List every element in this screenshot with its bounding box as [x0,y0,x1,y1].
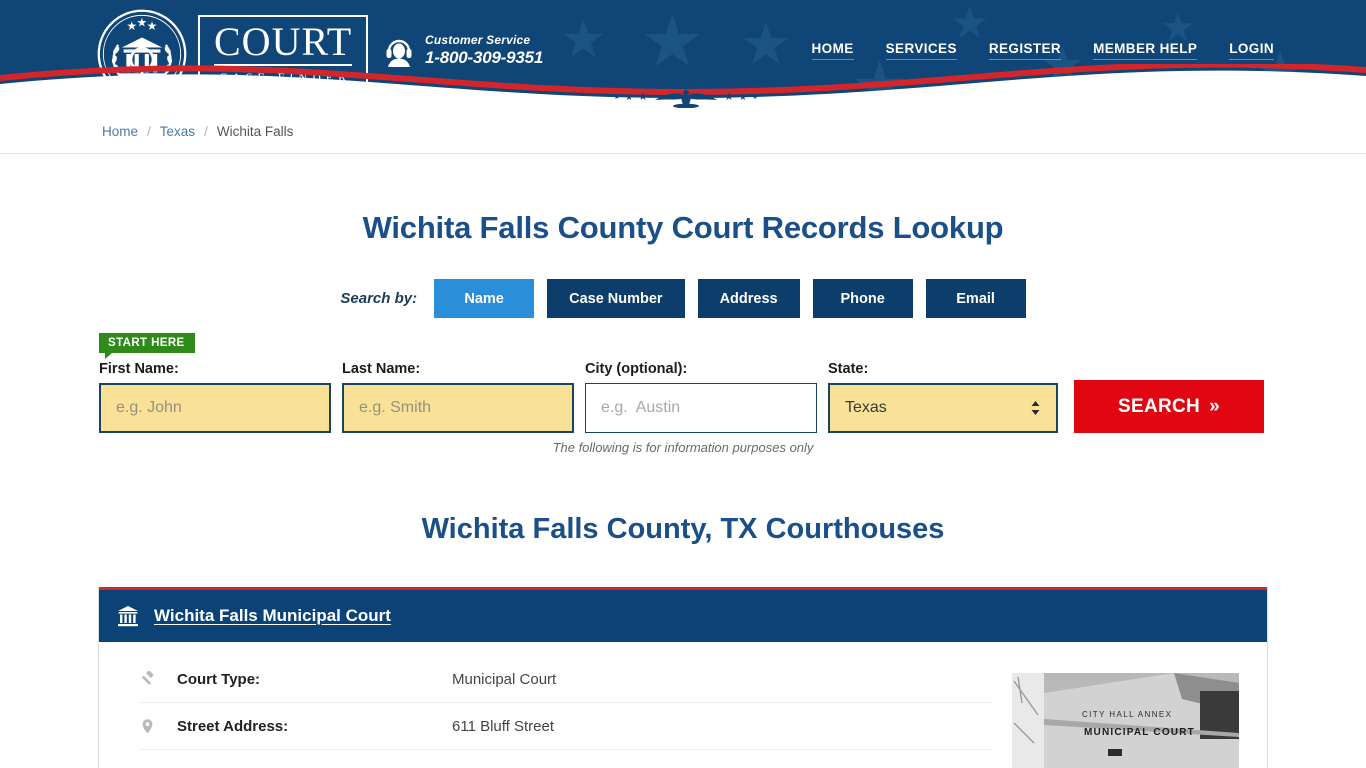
first-name-input[interactable] [99,383,331,433]
courthouses-section-title: Wichita Falls County, TX Courthouses [421,513,945,545]
courthouse-name-link[interactable]: Wichita Falls Municipal Court [154,606,391,626]
site-header: ★ ★ ★ ★ ★ ★ ★ ★ ★ ★ ★ COURT CASE FINDER … [0,0,1366,110]
tab-case-number[interactable]: Case Number [547,279,685,318]
nav-item-member-help[interactable]: MEMBER HELP [1093,41,1198,60]
search-by-tabs: Search by: Name Case Number Address Phon… [0,279,1366,318]
breadcrumb-item-home[interactable]: Home [102,124,138,139]
last-name-label: Last Name: [342,361,421,377]
courthouse-photo: CITY HALL ANNEX MUNICIPAL COURT [1004,673,1239,768]
logo-title: COURT [214,18,353,66]
eagle-icon [655,89,717,108]
page-title: Wichita Falls County Court Records Looku… [362,210,1004,245]
nav-item-register[interactable]: REGISTER [988,41,1062,60]
headset-icon [386,39,412,67]
svg-text:MUNICIPAL COURT: MUNICIPAL COURT [1084,727,1195,738]
gavel-icon [139,670,177,688]
nav-item-login[interactable]: LOGIN [1229,41,1274,60]
courthouse-card-header: Wichita Falls Municipal Court [99,587,1267,642]
state-field-group: State: Texas [828,361,1058,433]
tab-phone[interactable]: Phone [812,279,913,318]
svg-text:★: ★ [147,19,158,33]
city-input[interactable] [585,383,817,433]
breadcrumb: Home / Texas / Wichita Falls [0,110,1366,154]
detail-row-partial [139,750,992,768]
detail-value: Municipal Court [452,670,557,688]
svg-text:★: ★ [136,15,147,29]
last-name-input[interactable] [342,383,574,433]
breadcrumb-item-current: Wichita Falls [216,124,294,139]
first-name-field-group: First Name: [99,361,331,433]
customer-service-label: Customer Service [425,33,531,47]
disclaimer-text: The following is for information purpose… [552,440,814,455]
tab-address[interactable]: Address [697,279,800,318]
breadcrumb-item-texas[interactable]: Texas [160,124,195,139]
search-button-label: SEARCH [1118,395,1201,417]
detail-row-street-address: Street Address: 611 Bluff Street [139,703,992,750]
courthouse-photo-column: CITY HALL ANNEX MUNICIPAL COURT [992,656,1239,768]
eagle-emblem: ★ ★ ★ ★ ★ ★ [596,84,776,110]
tab-name[interactable]: Name [434,279,535,318]
breadcrumb-separator: / [147,124,151,139]
city-label: City (optional): [585,361,688,377]
main-navigation: HOME SERVICES REGISTER MEMBER HELP LOGIN [811,41,1274,60]
search-by-label: Search by: [340,290,418,307]
customer-service-block: Customer Service 1-800-309-9351 [383,33,543,68]
state-select[interactable]: Texas [828,383,1058,433]
search-button[interactable]: SEARCH » [1074,380,1264,433]
nav-item-services[interactable]: SERVICES [885,41,957,60]
double-chevron-right-icon: » [1209,395,1220,417]
courthouse-detail-list: Court Type: Municipal Court Street Addre… [139,656,992,768]
nav-item-home[interactable]: HOME [811,41,854,60]
map-pin-icon [139,718,177,735]
detail-value: 611 Bluff Street [452,717,555,735]
tab-email[interactable]: Email [925,279,1026,318]
bank-building-icon [118,606,138,627]
courthouse-card-body: Court Type: Municipal Court Street Addre… [99,642,1267,768]
start-here-badge: START HERE [99,333,195,359]
last-name-field-group: Last Name: [342,361,574,433]
svg-text:CITY HALL ANNEX: CITY HALL ANNEX [1082,710,1172,719]
detail-row-court-type: Court Type: Municipal Court [139,656,992,703]
first-name-label: First Name: [99,361,179,377]
detail-key: Street Address: [177,717,289,735]
svg-text:★: ★ [126,19,137,33]
city-field-group: City (optional): [585,361,817,433]
detail-key: Court Type: [177,670,261,688]
breadcrumb-separator: / [204,124,208,139]
state-label: State: [828,361,869,377]
courthouse-card: Wichita Falls Municipal Court Court Type… [98,587,1268,768]
state-select-value: Texas [845,399,887,416]
chevron-updown-icon [1030,400,1041,416]
